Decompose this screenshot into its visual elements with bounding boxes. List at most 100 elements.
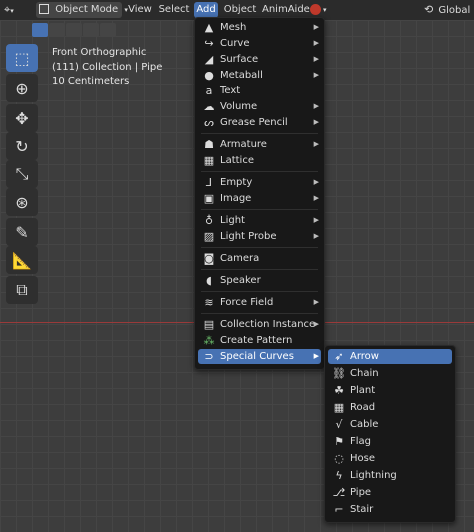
addon-dropdown[interactable]: ▾ <box>310 2 334 18</box>
add-menu: ▲ Mesh ▶ ↪ Curve ▶ ◢ Surface ▶ ● Metaball ▶ a Tex… <box>194 17 325 370</box>
annotate-tool[interactable]: ✎ <box>6 218 38 246</box>
mode-label: Object Mode <box>55 4 119 15</box>
special-curves-icon: ⊃ <box>204 350 214 363</box>
curve-icon: ↪ <box>204 37 214 50</box>
menu-add[interactable]: Add <box>194 2 218 18</box>
speaker-icon: ◖ <box>206 274 212 287</box>
volume-icon: ☁ <box>203 100 215 113</box>
grid-scale: 10 Centimeters <box>52 76 130 87</box>
hose-icon: ◌ <box>334 452 344 465</box>
add-menu-item-text[interactable]: a Text <box>198 83 321 98</box>
menu-view[interactable]: View <box>127 2 153 18</box>
orientation-label: Global <box>438 5 471 16</box>
special-curves-item-lightning[interactable]: ϟ Lightning <box>328 468 452 483</box>
move-tool[interactable]: ✥ <box>6 104 38 132</box>
special-curves-item-pipe[interactable]: ⎇ Pipe <box>328 485 452 500</box>
add-menu-item-empty[interactable]: ⅃ Empty ▶ <box>198 175 321 190</box>
add-menu-item-surface[interactable]: ◢ Surface ▶ <box>198 52 321 67</box>
special-curves-item-hose[interactable]: ◌ Hose <box>328 451 452 466</box>
object-mode-icon <box>39 4 49 14</box>
scale-tool[interactable]: ⤡ <box>6 160 38 188</box>
special-curves-item-chain[interactable]: ⛓ Chain <box>328 366 452 381</box>
pipe-icon: ⎇ <box>332 486 346 499</box>
cable-icon: √ <box>335 418 343 431</box>
select-mode-buttons <box>32 23 116 37</box>
menu-separator <box>201 291 318 292</box>
scale-icon: ⤡ <box>15 164 29 183</box>
add-menu-item-speaker[interactable]: ◖ Speaker <box>198 273 321 288</box>
mesh-icon: ▲ <box>204 21 214 34</box>
image-icon: ▣ <box>203 192 215 205</box>
add-menu-item-volume[interactable]: ☁ Volume ▶ <box>198 99 321 114</box>
plant-icon: ☘ <box>334 384 344 397</box>
add-menu-item-light[interactable]: ♁ Light ▶ <box>198 213 321 228</box>
flag-icon: ⚑ <box>334 435 344 448</box>
cursor-icon: ⊕ <box>15 78 29 98</box>
orientation-dropdown[interactable]: ⟲ Global <box>424 2 474 18</box>
special-curves-item-flag[interactable]: ⚑ Flag <box>328 434 452 449</box>
add-menu-item-curve[interactable]: ↪ Curve ▶ <box>198 36 321 51</box>
annotate-icon: ✎ <box>15 222 29 242</box>
add-menu-item-light-probe[interactable]: ▨ Light Probe ▶ <box>198 229 321 244</box>
road-icon: ▦ <box>333 401 345 414</box>
lightning-icon: ϟ <box>335 469 343 482</box>
menu-separator <box>201 247 318 248</box>
select-new-icon[interactable] <box>32 23 48 37</box>
editor-type-button[interactable]: ⌖▾ <box>4 2 30 18</box>
add-menu-item-armature[interactable]: ☗ Armature ▶ <box>198 137 321 152</box>
view-name: Front Orthographic <box>52 47 147 58</box>
measure-icon: 📐 <box>12 250 32 270</box>
special-curves-item-plant[interactable]: ☘ Plant <box>328 383 452 398</box>
menu-select[interactable]: Select <box>158 2 190 18</box>
menu-object[interactable]: Object <box>222 2 258 18</box>
measure-tool[interactable]: 📐 <box>6 246 38 274</box>
collection-info: (111) Collection | Pipe <box>52 61 163 73</box>
add-menu-item-camera[interactable]: ◙ Camera <box>198 251 321 266</box>
select-box-tool[interactable]: ⬚ <box>6 44 38 72</box>
stair-icon: ⌐ <box>334 503 344 516</box>
menu-separator <box>201 269 318 270</box>
collection-instance-icon: ▤ <box>203 318 215 331</box>
add-menu-item-special-curves[interactable]: ⊃ Special Curves ▶ <box>198 349 321 364</box>
select-subtract-icon[interactable] <box>66 23 82 37</box>
select-invert-icon[interactable] <box>83 23 99 37</box>
special-curves-submenu: ➶ Arrow ⛓ Chain ☘ Plant ▦ Road √ Cable ⚑ Flag … <box>324 345 456 523</box>
rotate-icon: ↻ <box>15 136 29 156</box>
cursor-tool[interactable]: ⊕ <box>6 74 38 102</box>
add-menu-item-metaball[interactable]: ● Metaball ▶ <box>198 68 321 83</box>
menu-separator <box>201 209 318 210</box>
viewport-overlay-info: Front Orthographic (111) Collection | Pi… <box>52 46 162 90</box>
light-probe-icon: ▨ <box>203 230 215 243</box>
transform-tool[interactable]: ⊛ <box>6 188 38 216</box>
create-pattern-icon: ⁂ <box>203 334 215 347</box>
orientation-icon: ⟲ <box>424 3 434 16</box>
add-menu-item-mesh[interactable]: ▲ Mesh ▶ <box>198 20 321 35</box>
add-cube-tool[interactable]: ⧉ <box>6 276 38 304</box>
menu-animaide[interactable]: AnimAide <box>262 2 310 18</box>
text-icon: a <box>205 84 213 97</box>
select-extend-icon[interactable] <box>49 23 65 37</box>
mode-dropdown[interactable]: Object Mode ▾ <box>36 2 128 18</box>
rotate-tool[interactable]: ↻ <box>6 132 38 160</box>
metaball-icon: ● <box>204 69 214 82</box>
add-menu-item-image[interactable]: ▣ Image ▶ <box>198 191 321 206</box>
special-curves-item-cable[interactable]: √ Cable <box>328 417 452 432</box>
arrow-icon: ➶ <box>334 350 344 363</box>
surface-icon: ◢ <box>204 53 214 66</box>
special-curves-item-arrow[interactable]: ➶ Arrow <box>328 349 452 364</box>
force-field-icon: ≋ <box>204 296 214 309</box>
select-box-icon: ⬚ <box>14 48 30 68</box>
add-menu-item-create-pattern[interactable]: ⁂ Create Pattern <box>198 333 321 348</box>
special-curves-item-road[interactable]: ▦ Road <box>328 400 452 415</box>
add-menu-item-grease-pencil[interactable]: ᔕ Grease Pencil ▶ <box>198 115 321 130</box>
special-curves-item-stair[interactable]: ⌐ Stair <box>328 502 452 517</box>
add-menu-item-force-field[interactable]: ≋ Force Field ▶ <box>198 295 321 310</box>
light-icon: ♁ <box>204 214 214 227</box>
add-menu-item-lattice[interactable]: ▦ Lattice <box>198 153 321 168</box>
menu-separator <box>201 133 318 134</box>
menu-separator <box>201 313 318 314</box>
menu-separator <box>201 171 318 172</box>
select-intersect-icon[interactable] <box>100 23 116 37</box>
add-cube-icon: ⧉ <box>16 280 28 299</box>
add-menu-item-collection-instance[interactable]: ▤ Collection Instance ▶ <box>198 317 321 332</box>
